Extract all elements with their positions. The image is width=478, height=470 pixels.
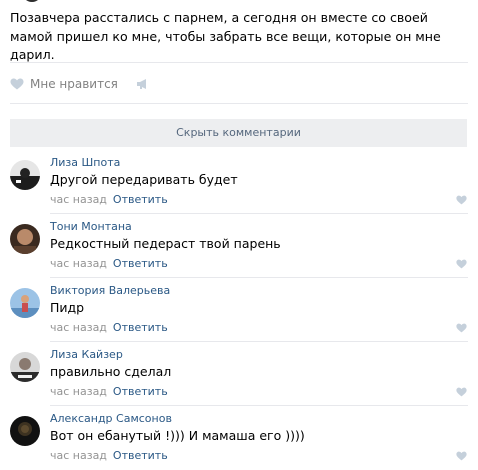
comment-item: Лиза Кайзер правильно сделал час назад От… [10, 348, 468, 411]
heart-icon[interactable] [456, 259, 467, 269]
heart-icon[interactable] [456, 387, 467, 397]
avatar[interactable] [10, 352, 40, 382]
heart-icon[interactable] [10, 78, 24, 90]
hide-comments-button[interactable]: Скрыть комментарии [10, 119, 467, 147]
comment-text: Вот он ебанутый !))) И мамаша его )))) [50, 428, 305, 443]
avatar[interactable] [10, 288, 40, 318]
reply-link[interactable]: Ответить [113, 385, 168, 398]
comment-item: Виктория Валерьева Пидр час назад Ответит… [10, 284, 468, 347]
avatar[interactable] [10, 416, 40, 446]
post-actions: Мне нравится [10, 75, 149, 93]
comment-author[interactable]: Лиза Кайзер [50, 348, 123, 362]
comment-meta: час назад Ответить [50, 449, 168, 463]
reply-link[interactable]: Ответить [113, 449, 168, 462]
comment-text: Редкостный педераст твой парень [50, 236, 281, 251]
heart-icon[interactable] [456, 195, 467, 205]
reply-link[interactable]: Ответить [113, 257, 168, 270]
heart-icon[interactable] [456, 451, 467, 461]
comment-divider [50, 405, 468, 406]
comment-item: Лиза Шпота Другой передаривать будет час… [10, 156, 468, 219]
avatar[interactable] [10, 160, 40, 190]
comment-text: Пидр [50, 300, 85, 315]
comment-meta: час назад Ответить [50, 193, 168, 207]
comment-item: Тони Монтана Редкостный педераст твой па… [10, 220, 468, 283]
comment-time[interactable]: час назад [50, 193, 107, 206]
megaphone-icon[interactable] [136, 78, 149, 90]
comment-author[interactable]: Александр Самсонов [50, 412, 172, 426]
comment-author[interactable]: Виктория Валерьева [50, 284, 170, 298]
reply-link[interactable]: Ответить [113, 321, 168, 334]
comment-text: Другой передаривать будет [50, 172, 238, 187]
comment-text: правильно сделал [50, 364, 172, 379]
comment-meta: час назад Ответить [50, 385, 168, 399]
post-text: Позавчера расстались с парнем, а сегодня… [10, 10, 441, 62]
comment-divider [50, 341, 468, 342]
comment-time[interactable]: час назад [50, 385, 107, 398]
comment-author[interactable]: Лиза Шпота [50, 156, 120, 170]
comment-author[interactable]: Тони Монтана [50, 220, 132, 234]
comment-divider [50, 213, 468, 214]
avatar[interactable] [10, 224, 40, 254]
reply-link[interactable]: Ответить [113, 193, 168, 206]
comment-item: Александр Самсонов Вот он ебанутый !))) … [10, 412, 468, 470]
post-divider [10, 62, 468, 63]
comment-divider [50, 277, 468, 278]
comment-time[interactable]: час назад [50, 321, 107, 334]
wall-post: Позавчера расстались с парнем, а сегодня… [0, 0, 478, 470]
like-button[interactable]: Мне нравится [30, 77, 118, 91]
post-author-avatar[interactable] [22, 0, 42, 2]
comment-meta: час назад Ответить [50, 321, 168, 335]
comment-time[interactable]: час назад [50, 257, 107, 270]
comment-time[interactable]: час назад [50, 449, 107, 462]
heart-icon[interactable] [456, 323, 467, 333]
actions-divider [10, 103, 468, 104]
comment-meta: час назад Ответить [50, 257, 168, 271]
